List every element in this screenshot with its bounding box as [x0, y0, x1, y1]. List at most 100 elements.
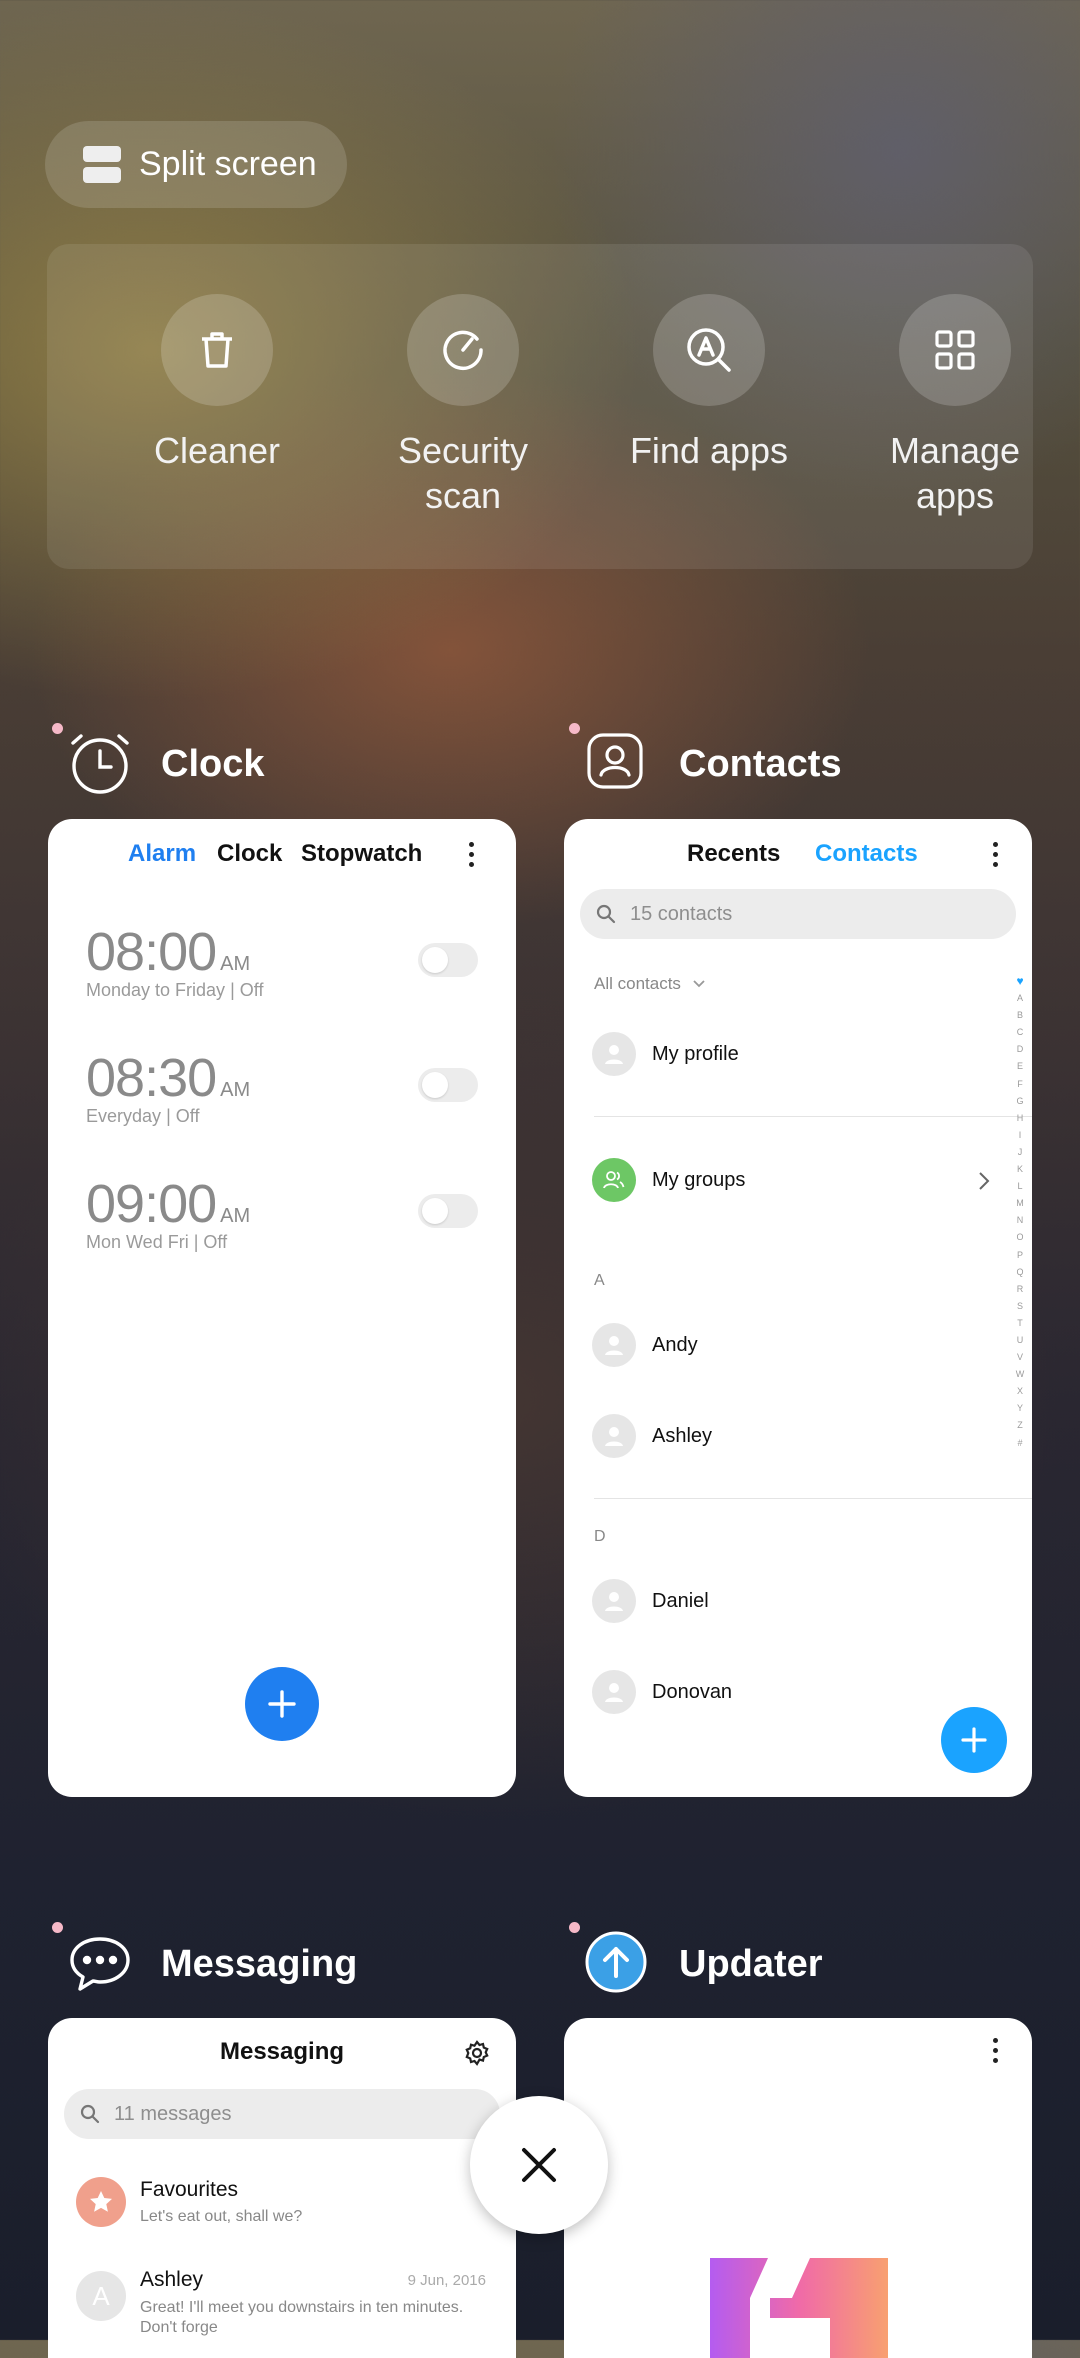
alarm-toggle[interactable]: [418, 943, 478, 977]
alphabet-index-letter[interactable]: #: [1013, 1435, 1027, 1452]
chevron-right-icon: [979, 1172, 990, 1190]
alphabet-index-letter[interactable]: T: [1013, 1315, 1027, 1332]
more-options-icon[interactable]: [993, 842, 999, 872]
alphabet-index-letter[interactable]: S: [1013, 1298, 1027, 1315]
alphabet-index-letter[interactable]: X: [1013, 1383, 1027, 1400]
favorites-heart-icon: ♥: [1016, 974, 1024, 988]
contacts-app-header[interactable]: Contacts: [585, 731, 842, 797]
updater-app-header[interactable]: Updater: [585, 1931, 823, 1997]
messaging-app-header[interactable]: Messaging: [67, 1931, 357, 1997]
contacts-search-input[interactable]: 15 contacts: [580, 889, 1016, 939]
add-alarm-button[interactable]: [245, 1667, 319, 1741]
more-options-icon[interactable]: [993, 2038, 999, 2068]
alphabet-index-letter[interactable]: B: [1013, 1007, 1027, 1024]
alarm-toggle[interactable]: [418, 1068, 478, 1102]
alphabet-index-letter[interactable]: J: [1013, 1144, 1027, 1161]
tab-clock[interactable]: Clock: [217, 840, 282, 868]
messages-search-input[interactable]: 11 messages: [64, 2089, 500, 2139]
alphabet-index-letter[interactable]: Y: [1013, 1400, 1027, 1417]
alphabet-index-letter[interactable]: I: [1013, 1127, 1027, 1144]
thread-preview: Great! I'll meet you downstairs in ten m…: [140, 2299, 464, 2336]
avatar: [592, 1670, 636, 1714]
search-icon: [596, 904, 616, 924]
add-contact-button[interactable]: [941, 1707, 1007, 1773]
contacts-app-card[interactable]: Recents Contacts 15 contacts All contact…: [564, 819, 1032, 1797]
alphabet-index-letter[interactable]: H: [1013, 1110, 1027, 1127]
updater-unread-dot: [569, 1922, 580, 1933]
divider: [594, 1116, 1032, 1117]
alphabet-index-letter[interactable]: E: [1013, 1058, 1027, 1075]
plus-icon: [268, 1690, 296, 1718]
alphabet-index-letter[interactable]: N: [1013, 1212, 1027, 1229]
cleaner-button[interactable]: Cleaner: [117, 294, 317, 473]
alphabet-index-letter[interactable]: K: [1013, 1161, 1027, 1178]
alphabet-index-letter[interactable]: M: [1013, 1195, 1027, 1212]
contact-item[interactable]: Daniel: [652, 1590, 709, 1613]
contact-item[interactable]: Donovan: [652, 1681, 732, 1704]
clock-unread-dot: [52, 723, 63, 734]
alphabet-index-letter[interactable]: R: [1013, 1281, 1027, 1298]
thread-name[interactable]: Favourites: [140, 2178, 238, 2202]
tab-alarm[interactable]: Alarm: [128, 840, 196, 868]
security-scan-button[interactable]: Security scan: [363, 294, 563, 518]
find-apps-button[interactable]: Find apps: [609, 294, 809, 473]
quick-actions-panel: Cleaner Security scan Find apps Manage a…: [47, 244, 1033, 569]
updater-app-card[interactable]: [564, 2018, 1032, 2358]
alphabet-index-letter[interactable]: F: [1013, 1076, 1027, 1093]
tab-recents[interactable]: Recents: [687, 840, 780, 868]
alphabet-index-letter[interactable]: G: [1013, 1093, 1027, 1110]
messaging-header-title: Messaging: [219, 2038, 345, 2065]
groups-icon: [603, 1171, 625, 1189]
alphabet-index-letter[interactable]: D: [1013, 1041, 1027, 1058]
alphabet-index-letter[interactable]: U: [1013, 1332, 1027, 1349]
search-icon: [80, 2104, 100, 2124]
alphabet-index-letter[interactable]: Q: [1013, 1264, 1027, 1281]
contacts-app-icon: [585, 731, 651, 797]
clock-app-card[interactable]: Alarm Clock Stopwatch 08:00 AM Monday to …: [48, 819, 516, 1797]
alphabet-index-letter[interactable]: C: [1013, 1024, 1027, 1041]
messaging-app-icon: [67, 1931, 133, 1997]
settings-gear-icon[interactable]: [464, 2040, 490, 2066]
split-screen-label: Split screen: [139, 145, 317, 183]
alphabet-index[interactable]: ♥ A B C D E F G H I J K L M N O P Q R S T U V W X Y Z #: [1013, 973, 1027, 1452]
messaging-app-card[interactable]: Messaging 11 messages Favourites Let's e…: [48, 2018, 516, 2358]
updater-app-icon: [585, 1931, 651, 1997]
split-screen-button[interactable]: Split screen: [45, 121, 347, 208]
more-options-icon[interactable]: [469, 842, 475, 872]
avatar: [592, 1032, 636, 1076]
security-scan-icon: [443, 330, 483, 371]
plus-icon: [961, 1727, 987, 1753]
alphabet-index-letter[interactable]: L: [1013, 1178, 1027, 1195]
cleaner-label: Cleaner: [153, 430, 281, 471]
alphabet-index-letter[interactable]: A: [1013, 990, 1027, 1007]
contacts-filter[interactable]: All contacts: [594, 974, 706, 994]
clock-app-header[interactable]: Clock: [67, 731, 264, 797]
manage-apps-button[interactable]: Manage apps: [855, 294, 1055, 518]
my-groups-item[interactable]: My groups: [652, 1169, 745, 1192]
find-apps-label: Find apps: [629, 430, 789, 471]
contacts-app-title: Contacts: [679, 742, 842, 785]
thread-name[interactable]: Ashley: [140, 2268, 203, 2292]
alarm-subtitle: Mon Wed Fri | Off: [86, 1232, 228, 1252]
messaging-app-title: Messaging: [161, 1942, 358, 1985]
my-profile-item[interactable]: My profile: [652, 1043, 739, 1066]
clock-app-icon: [67, 731, 133, 797]
find-apps-icon: [687, 328, 731, 372]
alarm-toggle[interactable]: [418, 1194, 478, 1228]
alphabet-index-letter[interactable]: O: [1013, 1229, 1027, 1246]
updater-app-title: Updater: [679, 1942, 823, 1985]
thread-date: 9 Jun, 2016: [407, 2272, 486, 2289]
avatar: [592, 1414, 636, 1458]
alphabet-index-letter[interactable]: W: [1013, 1366, 1027, 1383]
close-all-button[interactable]: [470, 2096, 608, 2234]
contact-item[interactable]: Ashley: [652, 1425, 712, 1448]
alphabet-index-letter[interactable]: Z: [1013, 1417, 1027, 1434]
alphabet-index-letter[interactable]: P: [1013, 1247, 1027, 1264]
tab-contacts[interactable]: Contacts: [815, 840, 918, 868]
contact-item[interactable]: Andy: [652, 1334, 698, 1357]
alphabet-index-letter[interactable]: V: [1013, 1349, 1027, 1366]
section-header: D: [594, 1528, 606, 1545]
tab-stopwatch[interactable]: Stopwatch: [301, 840, 422, 868]
clock-app-title: Clock: [161, 742, 265, 785]
groups-avatar: [592, 1158, 636, 1202]
